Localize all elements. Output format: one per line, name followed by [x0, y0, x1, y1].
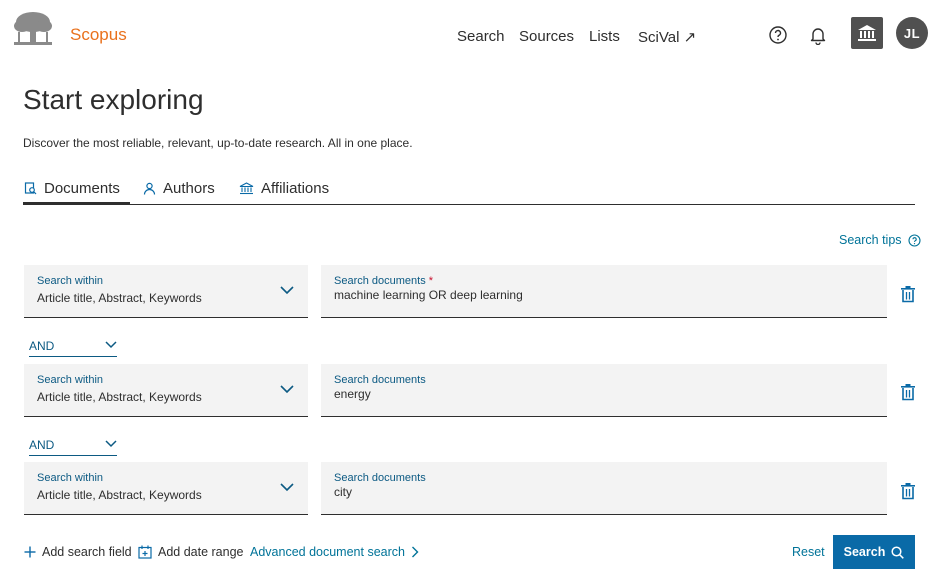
search-within-select-2[interactable]: Search within Article title, Abstract, K… [24, 364, 308, 417]
tab-authors[interactable]: Authors [143, 180, 215, 197]
search-documents-value: machine learning OR deep learning [334, 288, 523, 302]
add-date-range-button[interactable]: Add date range [138, 545, 244, 559]
person-icon [143, 182, 156, 195]
calendar-plus-icon [138, 545, 152, 559]
search-within-value: Article title, Abstract, Keywords [37, 390, 202, 404]
nav-scival[interactable]: SciVal ↗ [638, 28, 696, 46]
boolean-operator-select-2[interactable]: AND [29, 437, 117, 456]
advanced-document-search-link[interactable]: Advanced document search [250, 545, 419, 559]
document-search-icon [24, 182, 37, 195]
tab-label: Affiliations [261, 180, 330, 197]
search-button-label: Search [843, 545, 886, 559]
search-documents-label: Search documents * [334, 275, 434, 287]
boolean-operator-select-1[interactable]: AND [29, 338, 117, 357]
tab-active-indicator [23, 202, 130, 205]
nav-search[interactable]: Search [457, 28, 505, 45]
search-within-label: Search within [37, 275, 104, 287]
tab-label: Authors [163, 180, 215, 197]
tab-documents[interactable]: Documents [24, 180, 120, 197]
search-within-label: Search within [37, 472, 104, 484]
search-within-select-3[interactable]: Search within Article title, Abstract, K… [24, 462, 308, 515]
institution-button[interactable] [851, 17, 883, 49]
reset-button[interactable]: Reset [792, 545, 825, 559]
help-icon [907, 233, 921, 247]
avatar[interactable]: JL [896, 17, 928, 49]
add-search-field-label: Add search field [42, 545, 132, 559]
institution-icon [239, 182, 254, 195]
tab-affiliations[interactable]: Affiliations [239, 180, 329, 197]
add-date-range-label: Add date range [158, 545, 244, 559]
search-within-select-1[interactable]: Search within Article title, Abstract, K… [24, 265, 308, 318]
search-icon [891, 545, 905, 559]
page-title: Start exploring [23, 84, 204, 115]
help-icon[interactable] [767, 24, 789, 46]
search-tips-link[interactable]: Search tips [839, 233, 921, 247]
required-marker: * [428, 275, 434, 287]
chevron-down-icon [280, 286, 294, 295]
elsevier-logo[interactable] [10, 10, 56, 48]
search-documents-value: energy [334, 387, 371, 401]
search-documents-label: Search documents [334, 472, 426, 484]
search-documents-input-3[interactable]: Search documents city [321, 462, 887, 515]
search-documents-value: city [334, 485, 352, 499]
search-within-value: Article title, Abstract, Keywords [37, 291, 202, 305]
nav-lists[interactable]: Lists [589, 28, 620, 45]
search-button[interactable]: Search [833, 535, 915, 569]
chevron-right-icon [411, 546, 419, 558]
search-documents-label: Search documents [334, 374, 426, 386]
chevron-down-icon [280, 385, 294, 394]
search-documents-input-2[interactable]: Search documents energy [321, 364, 887, 417]
trash-icon[interactable] [900, 383, 916, 401]
operator-value: AND [29, 339, 55, 353]
nav-sources[interactable]: Sources [519, 28, 574, 45]
operator-value: AND [29, 438, 55, 452]
tab-label: Documents [44, 180, 120, 197]
add-search-field-button[interactable]: Add search field [24, 545, 132, 559]
search-documents-input-1[interactable]: Search documents * machine learning OR d… [321, 265, 887, 318]
search-tips-label: Search tips [839, 233, 902, 247]
chevron-down-icon [280, 483, 294, 492]
advanced-search-label: Advanced document search [250, 545, 405, 559]
trash-icon[interactable] [900, 482, 916, 500]
search-within-value: Article title, Abstract, Keywords [37, 488, 202, 502]
plus-icon [24, 546, 36, 558]
tabs-divider [23, 204, 915, 205]
scopus-brand[interactable]: Scopus [70, 25, 127, 45]
search-within-label: Search within [37, 374, 104, 386]
page-subtitle: Discover the most reliable, relevant, up… [23, 136, 413, 150]
chevron-down-icon [105, 341, 117, 349]
chevron-down-icon [105, 440, 117, 448]
trash-icon[interactable] [900, 285, 916, 303]
bell-icon[interactable] [807, 24, 829, 46]
institution-icon [858, 25, 876, 41]
